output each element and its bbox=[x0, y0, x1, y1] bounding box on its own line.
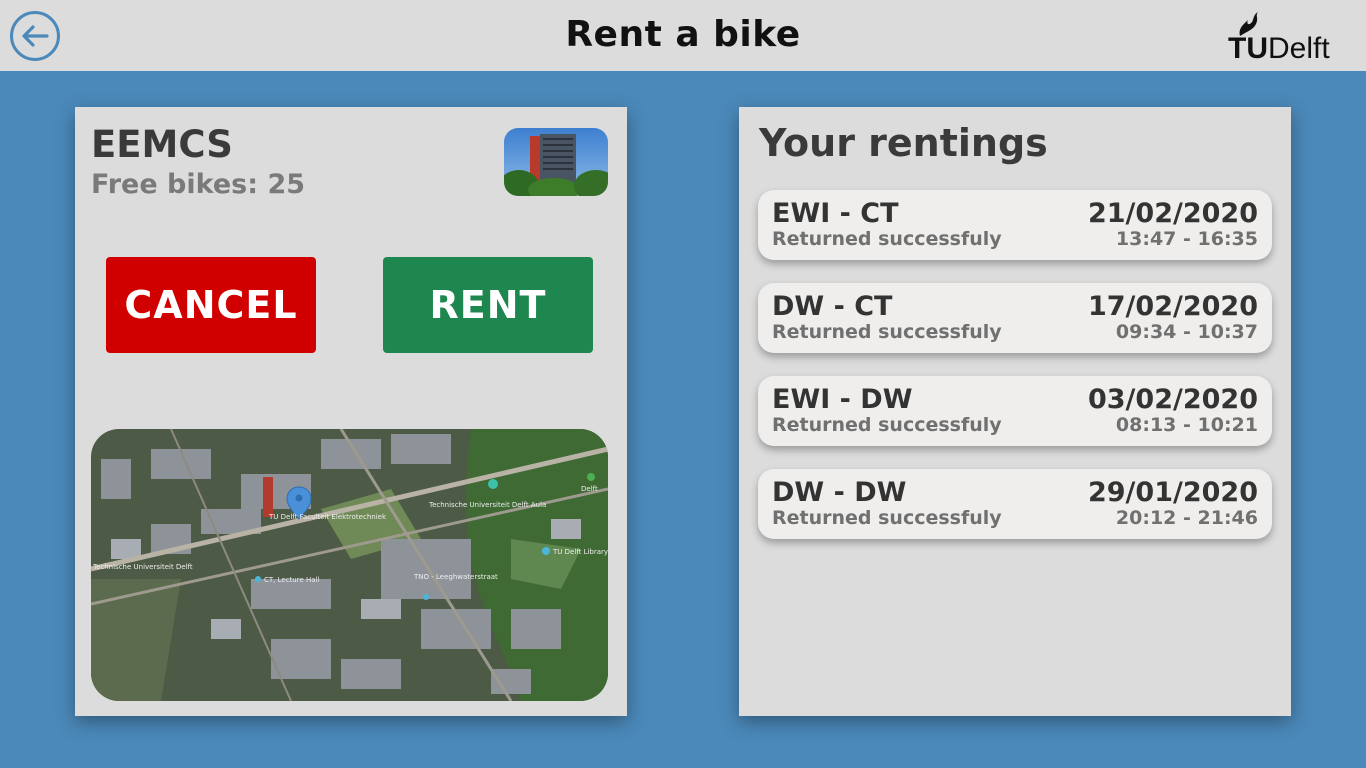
station-photo bbox=[504, 128, 608, 196]
renting-card[interactable]: EWI - CT Returned successfuly 21/02/2020… bbox=[758, 190, 1272, 260]
renting-card[interactable]: DW - CT Returned successfuly 17/02/2020 … bbox=[758, 283, 1272, 353]
map-label-ewi: TU Delft Faculteit Elektrotechniek bbox=[268, 513, 387, 521]
campus-map[interactable]: TU Delft Faculteit Elektrotechniek Techn… bbox=[91, 429, 608, 701]
top-bar: Rent a bike TUDelft bbox=[0, 0, 1366, 71]
renting-status: Returned successfuly bbox=[772, 414, 1002, 436]
renting-route: EWI - CT bbox=[772, 198, 899, 229]
renting-date: 29/01/2020 bbox=[1087, 477, 1258, 508]
tu-delft-logo: TUDelft bbox=[1228, 10, 1356, 65]
renting-time: 20:12 - 21:46 bbox=[1115, 507, 1258, 529]
map-label-delft: Delft bbox=[581, 485, 598, 493]
renting-status: Returned successfuly bbox=[772, 321, 1002, 343]
renting-route: EWI - DW bbox=[772, 384, 913, 415]
renting-date: 03/02/2020 bbox=[1087, 384, 1258, 415]
renting-date: 17/02/2020 bbox=[1087, 291, 1258, 322]
renting-status: Returned successfuly bbox=[772, 507, 1002, 529]
map-label-ct: CT, Lecture Hall bbox=[264, 576, 319, 584]
station-name: EEMCS bbox=[91, 123, 233, 166]
renting-time: 08:13 - 10:21 bbox=[1115, 414, 1258, 436]
map-label-tu-delft: Technische Universiteit Delft bbox=[92, 563, 193, 571]
logo-tu-text: TU bbox=[1228, 32, 1268, 65]
renting-route: DW - CT bbox=[772, 291, 893, 322]
renting-card[interactable]: EWI - DW Returned successfuly 03/02/2020… bbox=[758, 376, 1272, 446]
rentings-title: Your rentings bbox=[759, 121, 1048, 165]
renting-status: Returned successfuly bbox=[772, 228, 1002, 250]
rentings-panel: Your rentings EWI - CT Returned successf… bbox=[739, 107, 1291, 716]
map-label-aula: Technische Universiteit Delft Aula bbox=[428, 501, 546, 509]
cancel-button[interactable]: CANCEL bbox=[106, 257, 316, 353]
rent-button[interactable]: RENT bbox=[383, 257, 593, 353]
renting-time: 09:34 - 10:37 bbox=[1115, 321, 1258, 343]
renting-time: 13:47 - 16:35 bbox=[1115, 228, 1258, 250]
renting-card[interactable]: DW - DW Returned successfuly 29/01/2020 … bbox=[758, 469, 1272, 539]
free-bikes-count: Free bikes: 25 bbox=[91, 169, 306, 200]
renting-date: 21/02/2020 bbox=[1087, 198, 1258, 229]
renting-route: DW - DW bbox=[772, 477, 907, 508]
map-label-library: TU Delft Library bbox=[552, 548, 608, 556]
page-title: Rent a bike bbox=[565, 14, 801, 55]
map-label-tno: TNO - Leeghwaterstraat bbox=[413, 573, 498, 581]
logo-delft-text: Delft bbox=[1268, 32, 1330, 65]
station-panel: EEMCS Free bikes: 25 CANCEL RENT TU Delf… bbox=[75, 107, 627, 716]
